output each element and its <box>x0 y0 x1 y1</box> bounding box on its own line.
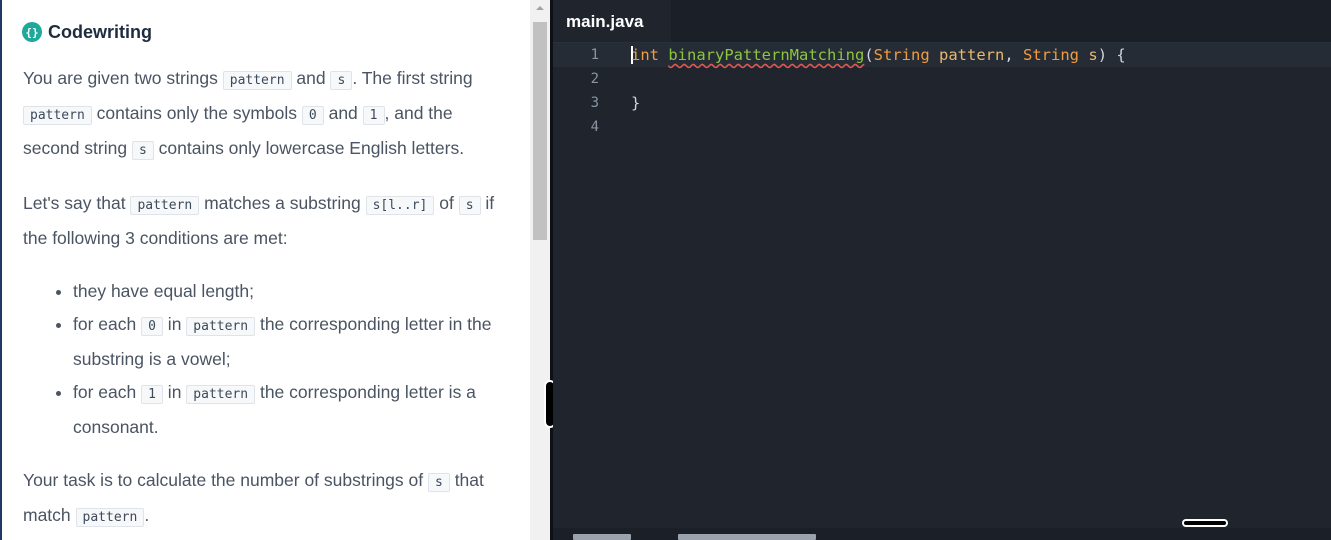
bottom-panel-bar <box>553 528 1331 540</box>
code-text[interactable]: int binaryPatternMatching(String pattern… <box>631 46 1126 65</box>
bottom-tab-2[interactable] <box>678 534 816 540</box>
brand-title: Codewriting <box>48 21 152 42</box>
line-number: 1 <box>590 47 599 63</box>
code-line-2[interactable]: 2 <box>553 67 1331 91</box>
bottom-panel-resize-handle[interactable] <box>1182 519 1228 527</box>
list-item: for each 1 in pattern the corresponding … <box>73 376 513 444</box>
code-line-3[interactable]: 3 } <box>553 91 1331 115</box>
description-paragraph-2: Let's say that pattern matches a substri… <box>23 193 495 248</box>
conditions-list: they have equal length; for each 0 in pa… <box>23 275 513 444</box>
line-number: 3 <box>590 95 599 111</box>
scroll-up-arrow-icon[interactable] <box>530 4 550 16</box>
description-paragraph-3: Your task is to calculate the number of … <box>23 470 484 527</box>
code-line-4[interactable]: 4 <box>553 115 1331 139</box>
description-panel: {} Codewriting You are given two strings… <box>0 0 530 540</box>
line-number: 2 <box>590 71 599 87</box>
editor-tab-bar: main.java <box>553 0 1331 43</box>
line-number: 4 <box>590 119 599 135</box>
code-line-1[interactable]: 1 int binaryPatternMatching(String patte… <box>553 43 1331 67</box>
codewriting-logo-icon: {} <box>22 22 42 42</box>
code-text[interactable]: } <box>631 94 640 112</box>
code-lines[interactable]: 1 int binaryPatternMatching(String patte… <box>553 43 1331 139</box>
bottom-tab-1[interactable] <box>573 534 631 540</box>
scrollbar-thumb[interactable] <box>533 22 547 240</box>
tab-main-java[interactable]: main.java <box>553 0 671 42</box>
code-editor[interactable]: main.java 1 int binaryPatternMatching(St… <box>553 0 1331 540</box>
task-description: You are given two strings pattern and s.… <box>23 62 513 540</box>
description-paragraph-1: You are given two strings pattern and s.… <box>23 68 473 160</box>
brand-header: {} Codewriting <box>22 20 152 44</box>
list-item: they have equal length; <box>73 275 513 308</box>
list-item: for each 0 in pattern the corresponding … <box>73 308 513 376</box>
description-scrollbar[interactable] <box>530 0 550 540</box>
